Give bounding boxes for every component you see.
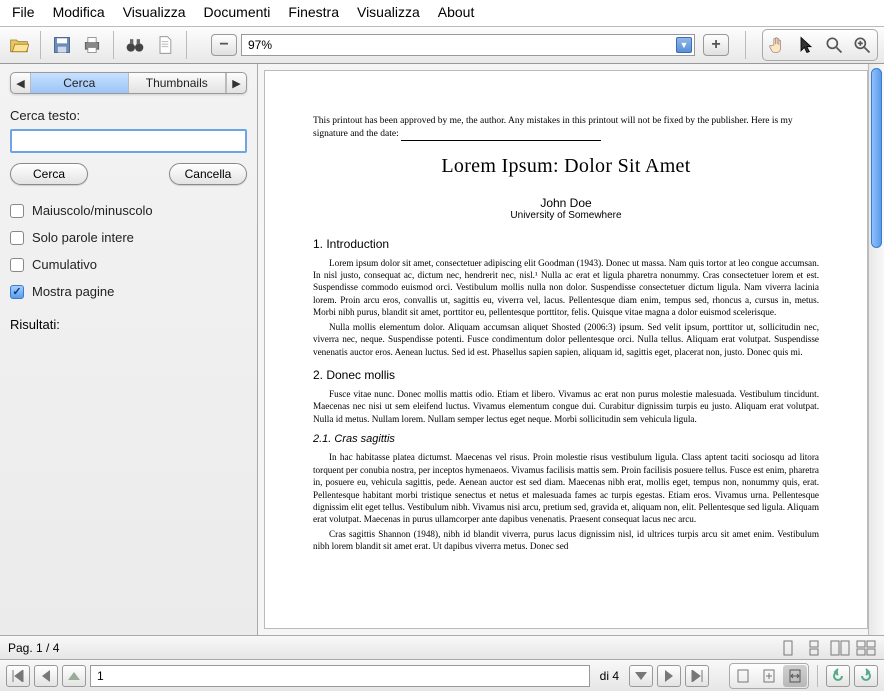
paragraph: Lorem ipsum dolor sit amet, consectetuer… <box>313 257 819 319</box>
checkbox-checked-icon[interactable] <box>10 285 24 299</box>
tab-right-arrow-icon[interactable]: ▶ <box>226 73 246 93</box>
page-content: This printout has been approved by me, t… <box>264 70 868 629</box>
bottombar: di 4 <box>0 659 884 691</box>
checkbox-icon[interactable] <box>10 258 24 272</box>
heading-cras: 2.1. Cras sagittis <box>313 433 819 445</box>
magnifier-icon[interactable] <box>821 32 847 58</box>
option-case-label: Maiuscolo/minuscolo <box>32 203 153 218</box>
search-label: Cerca testo: <box>10 108 247 123</box>
option-case[interactable]: Maiuscolo/minuscolo <box>10 203 247 218</box>
fit-width-icon[interactable] <box>783 665 807 687</box>
scrollbar-thumb[interactable] <box>871 68 882 248</box>
fit-page-icon[interactable] <box>757 665 781 687</box>
magnifier-plus-icon[interactable] <box>849 32 875 58</box>
page-status-label: Pag. 1 / 4 <box>8 641 59 655</box>
menubar: File Modifica Visualizza Documenti Fines… <box>0 0 884 26</box>
sidebar-tabs: ◀ Cerca Thumbnails ▶ <box>10 72 247 94</box>
layout-continuous-icon[interactable] <box>804 639 824 657</box>
menu-modifica[interactable]: Modifica <box>53 4 105 20</box>
sidebar: ◀ Cerca Thumbnails ▶ Cerca testo: Cerca … <box>0 64 258 635</box>
toolbar: − 97% ▼ + <box>0 26 884 64</box>
main-area: ◀ Cerca Thumbnails ▶ Cerca testo: Cerca … <box>0 64 884 635</box>
page-area[interactable]: This printout has been approved by me, t… <box>258 64 868 635</box>
hand-icon[interactable] <box>765 32 791 58</box>
rotate-ccw-icon[interactable] <box>826 665 850 687</box>
results-label: Risultati: <box>10 317 247 332</box>
option-cumulative[interactable]: Cumulativo <box>10 257 247 272</box>
prev-page-button[interactable] <box>34 665 58 687</box>
first-page-button[interactable] <box>6 665 30 687</box>
checkbox-icon[interactable] <box>10 204 24 218</box>
open-icon[interactable] <box>6 32 32 58</box>
fit-actual-icon[interactable] <box>731 665 755 687</box>
up-page-button[interactable] <box>62 665 86 687</box>
last-page-button[interactable] <box>685 665 709 687</box>
menu-file[interactable]: File <box>12 4 35 20</box>
menu-finestra[interactable]: Finestra <box>288 4 339 20</box>
document-icon[interactable] <box>152 32 178 58</box>
fit-group <box>729 663 809 689</box>
layout-facing-icon[interactable] <box>830 639 850 657</box>
heading-donec: 2. Donec mollis <box>313 368 819 382</box>
down-page-button[interactable] <box>629 665 653 687</box>
page-number-input[interactable] <box>90 665 590 687</box>
menu-visualizza2[interactable]: Visualizza <box>357 4 420 20</box>
paragraph: Cras sagittis Shannon (1948), nibh id bl… <box>313 528 819 553</box>
option-whole[interactable]: Solo parole intere <box>10 230 247 245</box>
menu-visualizza[interactable]: Visualizza <box>123 4 186 20</box>
zoom-dropdown-icon[interactable]: ▼ <box>676 37 692 53</box>
binoculars-icon[interactable] <box>122 32 148 58</box>
menu-documenti[interactable]: Documenti <box>203 4 270 20</box>
tab-thumbnails[interactable]: Thumbnails <box>129 73 227 93</box>
page-total-label: di 4 <box>594 669 625 683</box>
tool-group <box>762 29 878 61</box>
doc-affiliation: University of Somewhere <box>313 210 819 221</box>
option-whole-label: Solo parole intere <box>32 230 134 245</box>
doc-author: John Doe <box>313 196 819 210</box>
next-page-button[interactable] <box>657 665 681 687</box>
paragraph: Fusce vitae nunc. Donec mollis mattis od… <box>313 388 819 425</box>
layout-continuous-facing-icon[interactable] <box>856 639 876 657</box>
tab-left-arrow-icon[interactable]: ◀ <box>11 73 31 93</box>
layout-single-icon[interactable] <box>778 639 798 657</box>
rotate-cw-icon[interactable] <box>854 665 878 687</box>
zoom-in-button[interactable]: + <box>703 34 729 56</box>
paragraph: In hac habitasse platea dictumst. Maecen… <box>313 451 819 526</box>
zoom-out-button[interactable]: − <box>211 34 237 56</box>
search-button[interactable]: Cerca <box>10 163 88 185</box>
tab-cerca[interactable]: Cerca <box>31 73 129 93</box>
search-input[interactable] <box>10 129 247 153</box>
menu-about[interactable]: About <box>438 4 475 20</box>
document-viewer: This printout has been approved by me, t… <box>258 64 884 635</box>
approval-text: This printout has been approved by me, t… <box>313 115 819 141</box>
vertical-scrollbar[interactable] <box>868 64 884 635</box>
option-cumulative-label: Cumulativo <box>32 257 97 272</box>
cursor-icon[interactable] <box>793 32 819 58</box>
statusbar: Pag. 1 / 4 <box>0 635 884 659</box>
status-icons <box>778 639 876 657</box>
print-icon[interactable] <box>79 32 105 58</box>
option-showpages-label: Mostra pagine <box>32 284 114 299</box>
paragraph: Nulla mollis elementum dolor. Aliquam ac… <box>313 321 819 358</box>
option-showpages[interactable]: Mostra pagine <box>10 284 247 299</box>
checkbox-icon[interactable] <box>10 231 24 245</box>
zoom-value: 97% <box>248 38 272 52</box>
cancel-button[interactable]: Cancella <box>169 163 247 185</box>
zoom-field[interactable]: 97% ▼ <box>241 34 695 56</box>
doc-title: Lorem Ipsum: Dolor Sit Amet <box>313 155 819 178</box>
save-icon[interactable] <box>49 32 75 58</box>
heading-introduction: 1. Introduction <box>313 237 819 251</box>
